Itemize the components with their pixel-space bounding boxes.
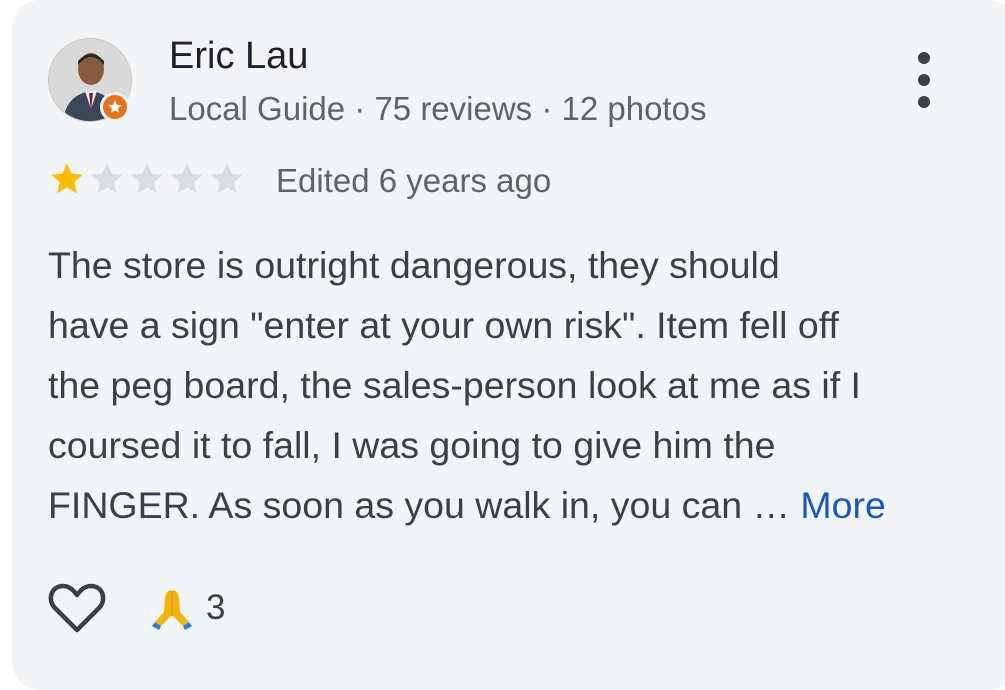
review-line-last: FINGER. As soon as you walk in, you can … xyxy=(48,475,968,535)
star-empty-icon xyxy=(91,163,123,194)
review-text: The store is outright dangerous, they sh… xyxy=(48,235,968,535)
star-filled-icon xyxy=(51,163,83,194)
reaction-button[interactable]: 3 xyxy=(152,586,225,630)
review-line: FINGER. As soon as you walk in, you can … xyxy=(48,484,790,526)
more-options-icon[interactable] xyxy=(906,52,942,108)
star-empty-icon xyxy=(171,163,203,194)
reviewer-avatar[interactable] xyxy=(48,38,132,122)
edited-timestamp: Edited 6 years ago xyxy=(276,162,552,199)
review-line: The store is outright dangerous, they sh… xyxy=(48,244,780,286)
star-empty-icon xyxy=(211,163,243,194)
star-empty-icon xyxy=(131,163,163,194)
review-line: the peg board, the sales-person look at … xyxy=(48,364,861,406)
heart-outline-icon[interactable] xyxy=(48,582,106,634)
reviewer-name[interactable]: Eric Lau xyxy=(169,34,308,78)
folded-hands-icon xyxy=(152,590,192,630)
review-line: have a sign "enter at your own risk". It… xyxy=(48,304,839,346)
star-rating xyxy=(48,160,246,198)
reviewer-meta: Local Guide · 75 reviews · 12 photos xyxy=(169,90,707,127)
more-link[interactable]: More xyxy=(800,484,885,526)
reaction-count: 3 xyxy=(206,588,226,627)
review-actions: 3 xyxy=(48,578,225,638)
review-card: Eric Lau Local Guide · 75 reviews · 12 p… xyxy=(12,0,1005,690)
review-line: coursed it to fall, I was going to give … xyxy=(48,424,776,466)
local-guide-badge-icon xyxy=(100,92,130,122)
